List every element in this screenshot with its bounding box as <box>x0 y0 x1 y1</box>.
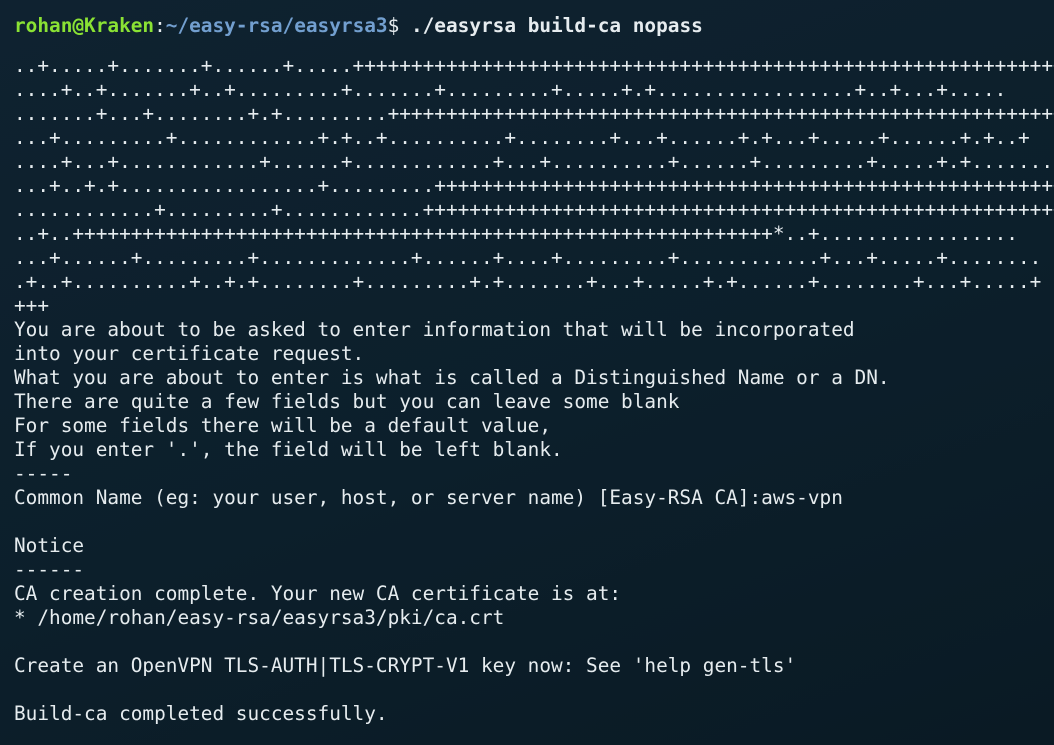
prompt-user-host: rohan@Kraken <box>14 14 155 37</box>
prompt-separator: : <box>154 14 166 37</box>
output-line: ...+.........+............+.+..+........… <box>14 126 1030 149</box>
prompt-command: ./easyrsa build-ca nopass <box>410 14 703 37</box>
output-line: ------ <box>14 558 85 581</box>
output-line: * /home/rohan/easy-rsa/easyrsa3/pki/ca.c… <box>14 606 505 629</box>
output-line: ............+.........+............+++++… <box>14 198 1054 221</box>
terminal-window[interactable]: rohan@Kraken:~/easy-rsa/easyrsa3$ ./easy… <box>0 0 1054 745</box>
output-line: ----- <box>14 462 73 485</box>
output-line: ..+.....+.......+......+.....+++++++++++… <box>14 54 1054 77</box>
output-line: CA creation complete. Your new CA certif… <box>14 582 622 605</box>
output-line: For some fields there will be a default … <box>14 414 552 437</box>
output-line: Create an OpenVPN TLS-AUTH|TLS-CRYPT-V1 … <box>14 654 797 677</box>
output-line: If you enter '.', the field will be left… <box>14 438 563 461</box>
output-line: ..+..+++++++++++++++++++++++++++++++++++… <box>14 222 1018 245</box>
output-line: Build-ca completed successfully. <box>14 702 388 725</box>
output-line: What you are about to enter is what is c… <box>14 366 890 389</box>
command-prompt: rohan@Kraken:~/easy-rsa/easyrsa3$ ./easy… <box>14 14 703 38</box>
output-line: Notice <box>14 534 85 557</box>
output-line: Common Name (eg: your user, host, or ser… <box>14 486 843 509</box>
output-line: ...+......+.........+.............+.....… <box>14 246 1042 269</box>
output-line: .......+...+........+.+.........++++++++… <box>14 102 1054 125</box>
output-line: into your certificate request. <box>14 342 365 365</box>
output-line: +++ <box>14 294 50 317</box>
output-line: .+..+..........+..+.+........+.........+… <box>14 270 1042 293</box>
prompt-symbol: $ <box>387 14 411 37</box>
output-line: ....+..+.......+..+.........+.......+...… <box>14 78 1007 101</box>
output-line: ....+...+............+......+...........… <box>14 150 1053 173</box>
prompt-path: ~/easy-rsa/easyrsa3 <box>165 14 388 37</box>
output-line: There are quite a few fields but you can… <box>14 390 680 413</box>
output-line: You are about to be asked to enter infor… <box>14 318 855 341</box>
output-line: ...+..+.+.................+.........++++… <box>14 174 1054 197</box>
